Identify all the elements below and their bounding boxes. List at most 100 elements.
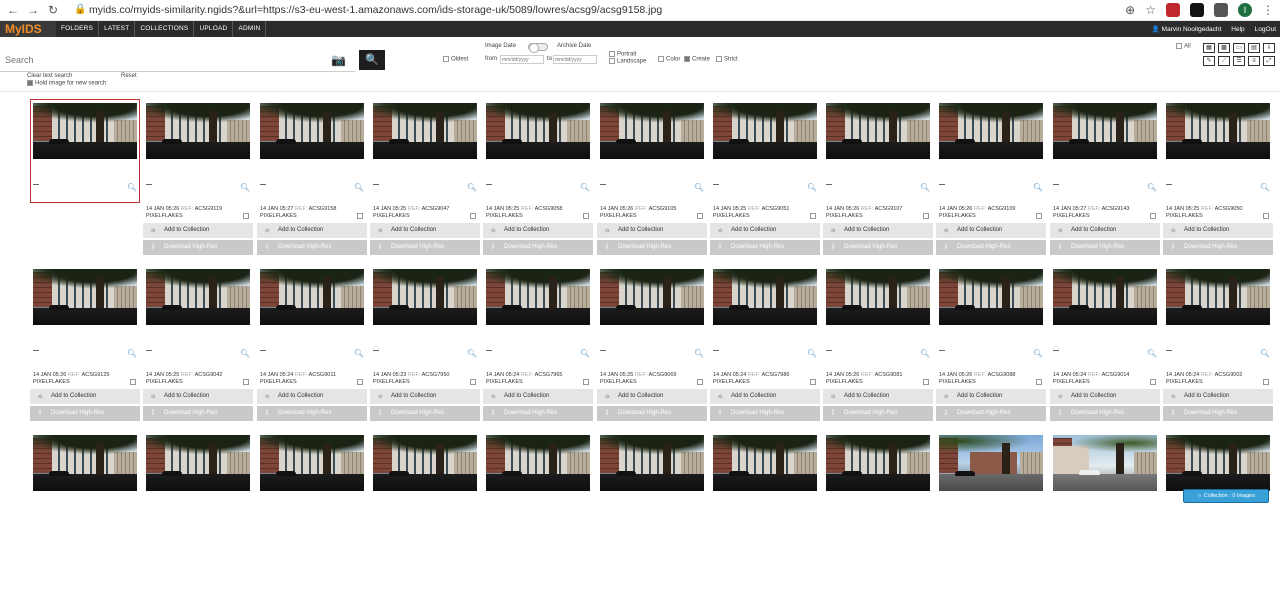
image-card[interactable] <box>823 431 933 589</box>
image-card[interactable]: 🔍︎ 14 JAN 05:26 REF: ACSG9109 PIXELFLAKES ☼… <box>936 99 1046 257</box>
select-checkbox[interactable] <box>1263 213 1269 219</box>
magnify-icon[interactable]: 🔍︎ <box>694 183 704 192</box>
download-icon[interactable]: ⇩ <box>1263 43 1275 53</box>
image-thumbnail[interactable] <box>146 269 250 325</box>
image-card[interactable]: 🔍︎ 14 JAN 05:25 REF: ACSG9047 PIXELFLAKES ☼… <box>370 99 480 257</box>
color-option[interactable]: Color <box>658 56 680 63</box>
select-checkbox[interactable] <box>810 213 816 219</box>
select-checkbox[interactable] <box>130 379 136 385</box>
download-high-res-button[interactable]: ⇩ Download High-Res <box>483 240 593 255</box>
all-option[interactable]: All <box>1176 43 1191 50</box>
image-card[interactable]: 🔍︎ 14 JAN 05:26 REF: ACSG9105 PIXELFLAKES ☼… <box>597 99 707 257</box>
select-checkbox[interactable] <box>923 213 929 219</box>
back-icon[interactable]: ← <box>6 3 20 17</box>
download-high-res-button[interactable]: ⇩ Download High-Res <box>710 240 820 255</box>
image-thumbnail[interactable] <box>260 435 364 491</box>
from-date-input[interactable] <box>500 55 544 64</box>
image-card[interactable]: 🔍︎ 14 JAN 05:24 REF: ACSG7986 PIXELFLAKES ☼… <box>710 265 820 423</box>
download-high-res-button[interactable]: ⇩ Download High-Res <box>257 240 367 255</box>
image-thumbnail[interactable] <box>1166 435 1270 491</box>
strict-option[interactable]: Strict <box>716 56 738 63</box>
oldest-checkbox[interactable] <box>443 56 449 62</box>
select-checkbox[interactable] <box>1036 213 1042 219</box>
add-to-collection-button[interactable]: ☼ Add to Collection <box>936 389 1046 404</box>
magnify-icon[interactable]: 🔍︎ <box>580 183 590 192</box>
add-to-collection-button[interactable]: ☼ Add to Collection <box>823 223 933 238</box>
magnify-icon[interactable]: 🔍︎ <box>1147 183 1157 192</box>
forward-icon[interactable]: → <box>26 3 40 17</box>
magnify-icon[interactable]: 🔍︎ <box>694 349 704 358</box>
select-checkbox[interactable] <box>923 379 929 385</box>
image-card[interactable]: 🔍︎ 14 JAN 05:26 REF: ACSG9119 PIXELFLAKES ☼… <box>143 99 253 257</box>
add-to-collection-button[interactable]: ☼ Add to Collection <box>483 223 593 238</box>
portrait-checkbox[interactable] <box>609 51 615 57</box>
add-to-collection-button[interactable]: ☼ Add to Collection <box>257 389 367 404</box>
image-thumbnail[interactable] <box>713 435 817 491</box>
image-thumbnail[interactable] <box>260 103 364 159</box>
download-high-res-button[interactable]: ⇩ Download High-Res <box>823 406 933 421</box>
profile-avatar[interactable]: I <box>1238 3 1252 17</box>
select-checkbox[interactable] <box>1150 213 1156 219</box>
download-high-res-button[interactable]: ⇩ Download High-Res <box>936 406 1046 421</box>
download-high-res-button[interactable]: ⇩ Download High-Res <box>823 240 933 255</box>
image-thumbnail[interactable] <box>939 103 1043 159</box>
select-checkbox[interactable] <box>1263 379 1269 385</box>
image-thumbnail[interactable] <box>373 269 477 325</box>
image-thumbnail[interactable] <box>260 269 364 325</box>
image-thumbnail[interactable] <box>146 435 250 491</box>
select-checkbox[interactable] <box>1150 379 1156 385</box>
image-thumbnail[interactable] <box>33 269 137 325</box>
image-thumbnail[interactable] <box>33 103 137 159</box>
image-card[interactable]: 🔍︎ 14 JAN 05:24 REF: ACSG9011 PIXELFLAKES ☼… <box>257 265 367 423</box>
to-date-input[interactable] <box>553 55 597 64</box>
nav-upload[interactable]: UPLOAD <box>194 21 234 37</box>
image-thumbnail[interactable] <box>939 435 1043 491</box>
download-high-res-button[interactable]: ⇩ Download High-Res <box>143 406 253 421</box>
download-high-res-button[interactable]: ⇩ Download High-Res <box>483 406 593 421</box>
image-thumbnail[interactable] <box>826 269 930 325</box>
download-high-res-button[interactable]: ⇩ Download High-Res <box>597 240 707 255</box>
image-card[interactable]: 🔍︎ <box>30 99 140 257</box>
magnify-icon[interactable]: 🔍︎ <box>127 349 137 358</box>
add-to-collection-button[interactable]: ☼ Add to Collection <box>823 389 933 404</box>
select-checkbox[interactable] <box>697 379 703 385</box>
add-to-collection-button[interactable]: ☼ Add to Collection <box>597 223 707 238</box>
create-option[interactable]: Create <box>684 56 710 63</box>
magnify-icon[interactable]: 🔍︎ <box>580 349 590 358</box>
magnify-icon[interactable]: 🔍︎ <box>127 183 137 192</box>
extension-icon[interactable] <box>1214 3 1228 17</box>
image-card[interactable]: 🔍︎ 14 JAN 05:27 REF: ACSG9158 PIXELFLAKES ☼… <box>257 99 367 257</box>
image-card[interactable]: 🔍︎ 14 JAN 05:26 REF: ACSG9088 PIXELFLAKES ☼… <box>936 265 1046 423</box>
image-card[interactable] <box>257 431 367 589</box>
image-card[interactable]: 🔍︎ 14 JAN 05:24 REF: ACSG7965 PIXELFLAKES ☼… <box>483 265 593 423</box>
add-to-collection-button[interactable]: ☼ Add to Collection <box>710 223 820 238</box>
image-thumbnail[interactable] <box>373 435 477 491</box>
image-thumbnail[interactable] <box>486 435 590 491</box>
image-thumbnail[interactable] <box>713 269 817 325</box>
search-button[interactable]: 🔍 <box>359 50 385 70</box>
select-checkbox[interactable] <box>243 379 249 385</box>
image-card[interactable] <box>370 431 480 589</box>
menu-icon[interactable]: ⋮ <box>1262 3 1274 17</box>
image-card[interactable]: 🔍︎ 14 JAN 05:24 REF: ACSG9002 PIXELFLAKES ☼… <box>1163 265 1273 423</box>
image-thumbnail[interactable] <box>486 269 590 325</box>
add-to-collection-button[interactable]: ☼ Add to Collection <box>370 223 480 238</box>
magnify-icon[interactable]: 🔍︎ <box>240 183 250 192</box>
magnify-icon[interactable]: 🔍︎ <box>1260 183 1270 192</box>
image-icon[interactable]: ▭ <box>1233 43 1245 53</box>
select-checkbox[interactable] <box>583 379 589 385</box>
image-thumbnail[interactable] <box>33 435 137 491</box>
hold-image-checkbox[interactable] <box>27 80 33 86</box>
download-high-res-button[interactable]: ⇩ Download High-Res <box>1163 406 1273 421</box>
search-input[interactable] <box>5 52 325 68</box>
select-checkbox[interactable] <box>470 213 476 219</box>
help-link[interactable]: Help <box>1231 26 1244 33</box>
image-card[interactable]: 🔍︎ 14 JAN 05:25 REF: ACSG9058 PIXELFLAKES ☼… <box>483 99 593 257</box>
grid-small-icon[interactable]: ▦ <box>1203 43 1215 53</box>
image-card[interactable]: 🔍︎ 14 JAN 05:25 REF: ACSG9050 PIXELFLAKES ☼… <box>1163 99 1273 257</box>
image-card[interactable]: 🔍︎ 14 JAN 05:25 REF: ACSG9042 PIXELFLAKES ☼… <box>143 265 253 423</box>
logout-link[interactable]: LogOut <box>1255 26 1276 33</box>
image-card[interactable]: 🔍︎ 14 JAN 05:25 REF: ACSG9069 PIXELFLAKES ☼… <box>597 265 707 423</box>
add-to-collection-button[interactable]: ☼ Add to Collection <box>1163 389 1273 404</box>
image-thumbnail[interactable] <box>146 103 250 159</box>
